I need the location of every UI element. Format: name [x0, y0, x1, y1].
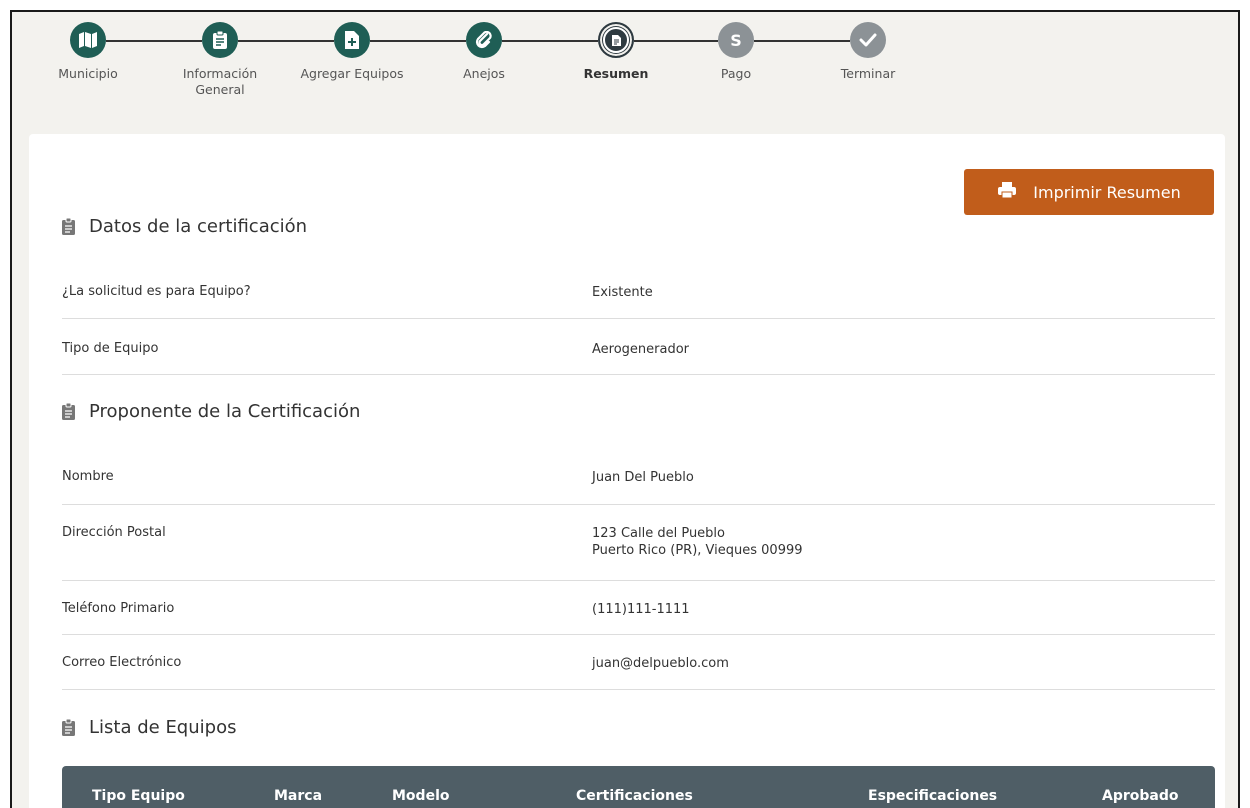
section-title-text: Lista de Equipos [89, 717, 237, 738]
detail-row: Correo Electrónico juan@delpueblo.com [62, 635, 1215, 690]
row-label: Dirección Postal [62, 525, 166, 540]
map-icon [70, 22, 106, 58]
step-agregar-equipos[interactable]: Agregar Equipos [287, 22, 417, 82]
document-icon [598, 22, 634, 58]
row-value: Aerogenerador [592, 342, 690, 357]
detail-row: Teléfono Primario (111)111-1111 [62, 581, 1215, 635]
clipboard-icon [62, 718, 75, 736]
step-label: Pago [720, 66, 752, 81]
column-header-aprobado[interactable]: Aprobado [1102, 788, 1179, 804]
equipment-table-header: Tipo Equipo Marca Modelo Certificaciones… [62, 766, 1215, 808]
step-label: Resumen [583, 66, 649, 81]
row-value: Juan Del Pueblo [592, 470, 694, 485]
row-label: Teléfono Primario [62, 601, 175, 616]
row-value-line2: Puerto Rico (PR), Vieques 00999 [592, 543, 803, 558]
section-title-text: Datos de la certificación [89, 216, 308, 237]
step-label: Terminar [840, 66, 896, 81]
section-title-proponente: Proponente de la Certificación [62, 401, 360, 422]
row-label: Tipo de Equipo [62, 341, 159, 356]
column-header-especificaciones[interactable]: Especificaciones [868, 788, 997, 804]
row-value: Existente [592, 285, 653, 300]
check-icon [850, 22, 886, 58]
detail-row: Dirección Postal 123 Calle del Pueblo Pu… [62, 505, 1215, 581]
add-document-icon [334, 22, 370, 58]
progress-stepper: Municipio Información General Agregar Eq… [12, 12, 1238, 137]
row-value: juan@delpueblo.com [592, 656, 729, 671]
app-frame: Municipio Información General Agregar Eq… [10, 10, 1240, 808]
step-label: Agregar Equipos [300, 66, 404, 81]
column-header-modelo[interactable]: Modelo [392, 788, 449, 804]
row-value: (111)111-1111 [592, 602, 690, 617]
row-label: ¿La solicitud es para Equipo? [62, 284, 251, 299]
step-label: Información General [182, 66, 258, 97]
clipboard-icon [202, 22, 238, 58]
detail-row: Nombre Juan Del Pueblo [62, 449, 1215, 505]
column-header-tipo-equipo[interactable]: Tipo Equipo [92, 788, 185, 804]
clipboard-icon [62, 402, 75, 420]
column-header-certificaciones[interactable]: Certificaciones [576, 788, 693, 804]
paperclip-icon [466, 22, 502, 58]
step-label: Municipio [58, 66, 118, 81]
dollar-icon: S [718, 22, 754, 58]
row-value: 123 Calle del Pueblo [592, 526, 726, 541]
print-summary-button[interactable]: Imprimir Resumen [964, 169, 1214, 215]
clipboard-icon [62, 217, 75, 235]
section-title-certificacion: Datos de la certificación [62, 216, 307, 237]
step-anejos[interactable]: Anejos [419, 22, 549, 82]
step-informacion-general[interactable]: Información General [155, 22, 285, 98]
step-terminar[interactable]: Terminar [803, 22, 933, 82]
section-title-equipos: Lista de Equipos [62, 717, 236, 738]
row-label: Nombre [62, 469, 114, 484]
section-title-text: Proponente de la Certificación [89, 401, 361, 422]
step-label: Anejos [463, 66, 505, 81]
column-header-marca[interactable]: Marca [274, 788, 322, 804]
print-summary-label: Imprimir Resumen [1033, 182, 1181, 202]
printer-icon [997, 181, 1017, 203]
detail-row: Tipo de Equipo Aerogenerador [62, 319, 1215, 375]
step-resumen[interactable]: Resumen [551, 22, 681, 82]
dollar-glyph: S [730, 30, 742, 50]
summary-card: Imprimir Resumen Datos de la certificaci… [29, 134, 1225, 808]
step-municipio[interactable]: Municipio [23, 22, 153, 82]
detail-row: ¿La solicitud es para Equipo? Existente [62, 262, 1215, 319]
row-label: Correo Electrónico [62, 655, 182, 670]
step-pago[interactable]: S Pago [671, 22, 801, 82]
